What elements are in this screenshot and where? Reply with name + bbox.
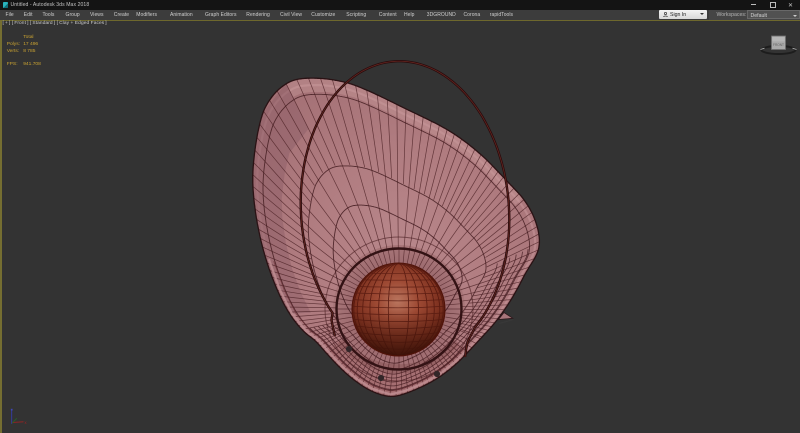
svg-text:FRONT: FRONT	[773, 43, 784, 47]
